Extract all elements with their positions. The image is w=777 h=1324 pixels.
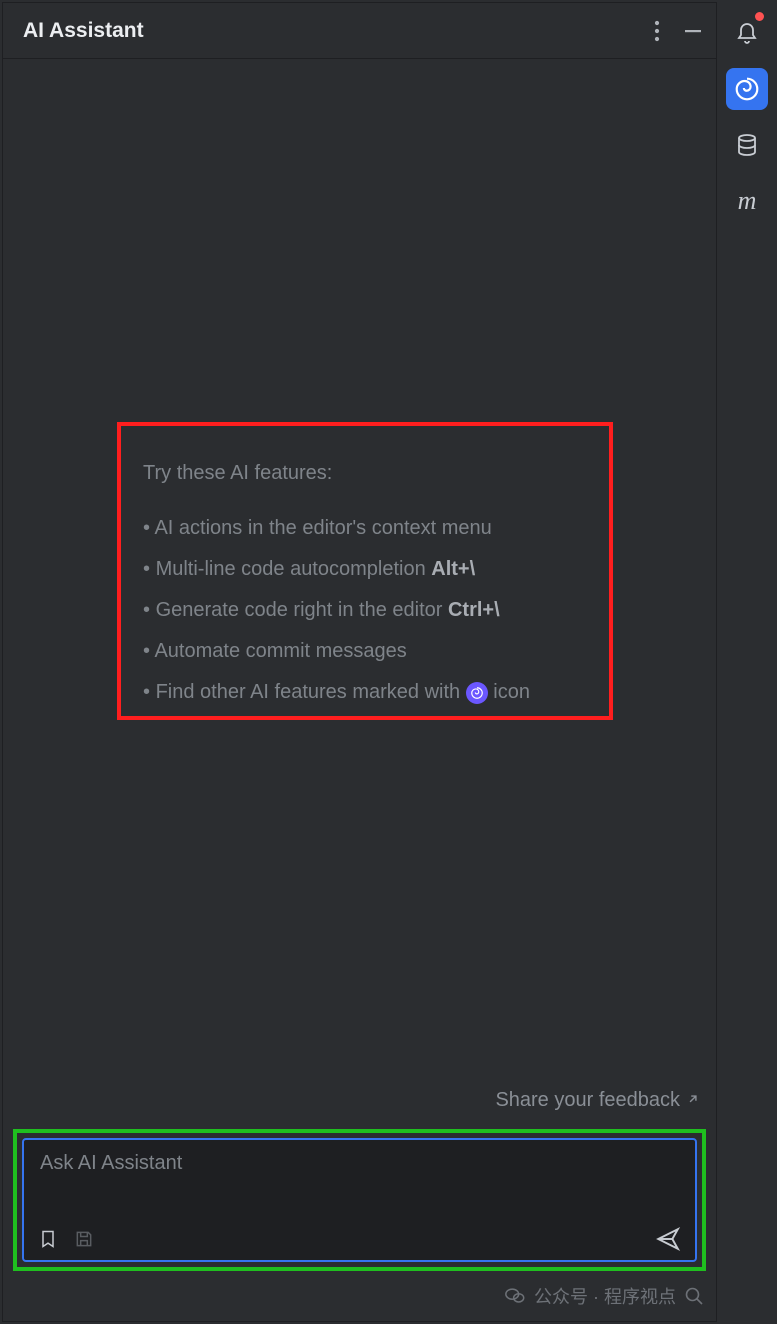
tip-item: AI actions in the editor's context menu	[143, 513, 587, 544]
chat-input-area	[13, 1129, 706, 1271]
more-vert-icon[interactable]	[654, 20, 660, 42]
watermark: 公众号 · 程序视点	[502, 1283, 706, 1309]
tips-heading: Try these AI features:	[143, 458, 587, 489]
feedback-label: Share your feedback	[495, 1089, 680, 1112]
minimize-icon[interactable]	[684, 22, 702, 40]
save-icon[interactable]	[74, 1229, 94, 1249]
panel-title: AI Assistant	[23, 19, 654, 43]
right-sidebar: m	[717, 0, 777, 1324]
wechat-icon	[502, 1285, 528, 1307]
chat-input-container	[22, 1138, 697, 1262]
share-feedback-link[interactable]: Share your feedback	[495, 1089, 700, 1112]
panel-header: AI Assistant	[3, 3, 716, 59]
ai-features-tips: Try these AI features: AI actions in the…	[117, 422, 613, 720]
spiral-icon	[466, 682, 488, 704]
tip-item: Generate code right in the editor Ctrl+\	[143, 595, 587, 626]
panel-content: Try these AI features: AI actions in the…	[3, 59, 716, 1321]
magnifier-icon	[682, 1284, 706, 1308]
watermark-text: 公众号 · 程序视点	[534, 1283, 676, 1309]
bookmark-icon[interactable]	[38, 1228, 58, 1250]
notifications-button[interactable]	[726, 12, 768, 54]
tip-item: Multi-line code autocompletion Alt+\	[143, 554, 587, 585]
external-link-icon	[686, 1089, 700, 1112]
database-button[interactable]	[726, 124, 768, 166]
shortcut-label: Alt+\	[431, 558, 475, 580]
header-actions	[654, 20, 702, 42]
shortcut-label: Ctrl+\	[448, 599, 500, 621]
ai-assistant-button[interactable]	[726, 68, 768, 110]
notification-badge-icon	[755, 12, 764, 21]
ai-assistant-panel: AI Assistant Try these AI features: AI a…	[2, 2, 717, 1322]
send-icon[interactable]	[655, 1226, 681, 1252]
chat-input[interactable]	[38, 1150, 681, 1226]
tip-item: Find other AI features marked with icon	[143, 677, 587, 708]
maven-button[interactable]: m	[726, 180, 768, 222]
input-toolbar	[38, 1226, 681, 1252]
tips-list: AI actions in the editor's context menu …	[143, 513, 587, 708]
tip-item: Automate commit messages	[143, 636, 587, 667]
